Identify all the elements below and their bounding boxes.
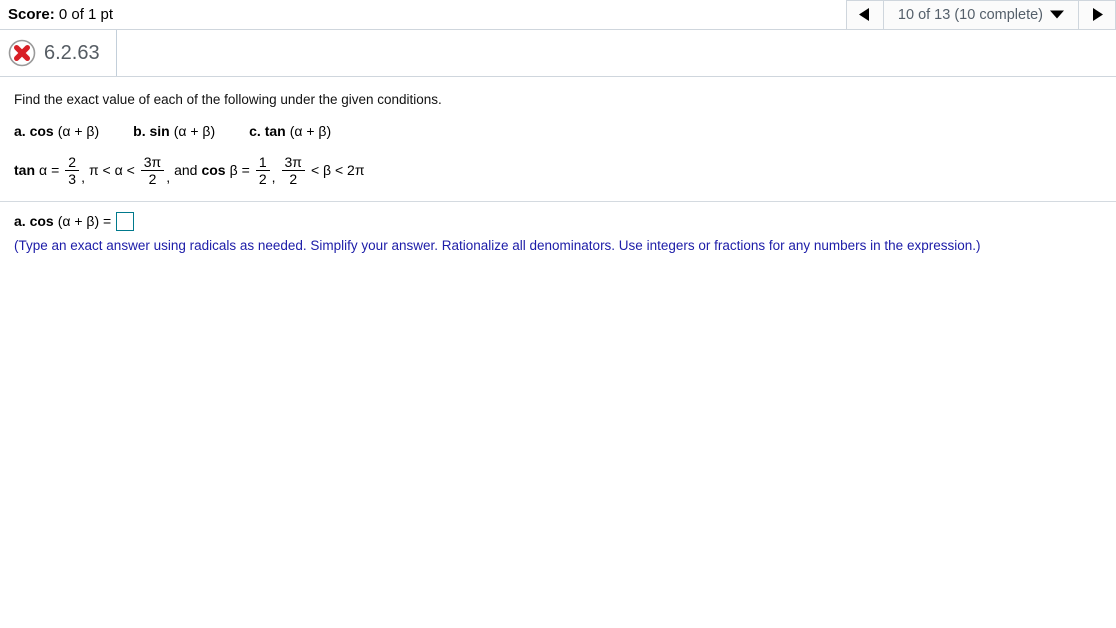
answer-label: a. cos (α + β) = (14, 213, 111, 229)
fraction-denominator: 2 (148, 170, 157, 187)
condition-equals-1: = (51, 162, 60, 179)
chevron-down-icon (1050, 6, 1064, 24)
exercise-tab[interactable]: 6.2.63 (0, 30, 117, 76)
triangle-right-icon (1091, 7, 1104, 22)
condition-alpha-symbol: α (39, 162, 48, 179)
question-selector-dropdown[interactable]: 10 of 13 (10 complete) (883, 0, 1078, 30)
question-part-b: b. sin (α + β) (133, 123, 215, 139)
part-b-lead: b. sin (133, 122, 170, 139)
condition-comma-3: , (271, 168, 276, 185)
condition-comma-1: , (81, 168, 85, 185)
condition-comma-2: , (166, 168, 171, 185)
part-a-arg: (α + β) (57, 122, 100, 139)
score-display: Score: 0 of 1 pt (0, 7, 113, 22)
fraction-alpha-upper-bound: 3π 2 (140, 155, 165, 187)
condition-beta-range-right: < β < 2π (310, 162, 365, 179)
answer-label-arg: (α + β) = (57, 213, 112, 230)
fraction-numerator: 1 (255, 155, 270, 171)
fraction-cos-beta: 1 2 (255, 155, 270, 187)
answer-hint: (Type an exact answer using radicals as … (14, 237, 981, 253)
condition-alpha-range-left: π < α < (88, 162, 135, 179)
condition-and-label: and (174, 162, 198, 179)
next-question-button[interactable] (1078, 0, 1116, 30)
fraction-denominator: 2 (258, 170, 267, 187)
fraction-numerator: 3π (281, 155, 305, 171)
condition-beta-symbol: β (229, 162, 238, 179)
answer-row: a. cos (α + β) = (0, 202, 1116, 231)
part-b-arg: (α + β) (173, 122, 216, 139)
exercise-header-row: 6.2.63 (0, 30, 1116, 77)
question-part-a: a. cos (α + β) (14, 123, 99, 139)
triangle-left-icon (858, 7, 871, 22)
question-selector-label: 10 of 13 (10 complete) (897, 6, 1043, 23)
score-label: Score: (8, 6, 55, 23)
answer-input[interactable] (116, 211, 135, 231)
question-prompt: Find the exact value of each of the foll… (14, 92, 442, 107)
question-navigation: 10 of 13 (10 complete) (845, 0, 1116, 30)
fraction-beta-lower-bound: 3π 2 (281, 155, 305, 187)
fraction-denominator: 2 (289, 170, 298, 187)
condition-tan-label: tan (14, 162, 35, 179)
part-a-lead: a. cos (14, 122, 54, 139)
answer-label-lead: a. cos (14, 213, 54, 230)
fraction-numerator: 3π (140, 155, 165, 171)
fraction-tan-alpha: 2 3 (65, 155, 80, 187)
question-conditions: tan α = 2 3 , π < α < 3π 2 , and cos β =… (0, 139, 1116, 186)
question-part-c: c. tan (α + β) (249, 123, 331, 139)
part-c-lead: c. tan (249, 122, 286, 139)
score-value: 0 of 1 pt (58, 6, 114, 23)
fraction-denominator: 3 (68, 170, 77, 187)
question-parts-list: a. cos (α + β) b. sin (α + β) c. tan (α + β… (0, 109, 1116, 139)
fraction-numerator: 2 (65, 155, 80, 171)
part-c-arg: (α + β) (289, 122, 332, 139)
previous-question-button[interactable] (845, 0, 884, 30)
exercise-id: 6.2.63 (44, 41, 100, 64)
question-body: Find the exact value of each of the foll… (0, 77, 1116, 254)
condition-cos-label: cos (201, 162, 226, 179)
condition-equals-2: = (241, 162, 250, 179)
score-bar: Score: 0 of 1 pt 10 of 13 (10 complete) (0, 0, 1116, 30)
incorrect-x-icon (8, 39, 36, 67)
